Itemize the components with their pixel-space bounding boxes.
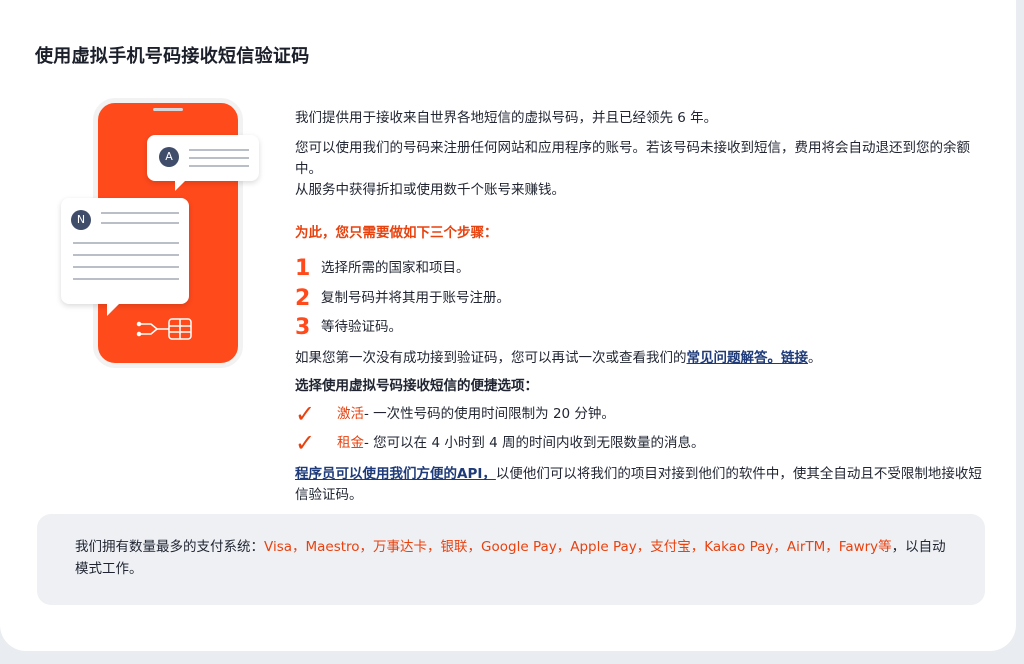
step-number: 2 (295, 286, 311, 311)
step-item: 2 复制号码并将其用于账号注册。 (295, 286, 510, 311)
option-desc: - 您可以在 4 小时到 4 周的时间内收到无限数量的消息。 (364, 435, 705, 451)
text-line (73, 254, 179, 256)
step-text: 选择所需的国家和项目。 (321, 260, 470, 276)
option-item: ✓ 租金 - 您可以在 4 小时到 4 周的时间内收到无限数量的消息。 (295, 429, 705, 457)
message-bubble-a: A (147, 135, 259, 191)
text-line (73, 278, 179, 280)
payment-systems-list: Visa，Maestro，万事达卡，银联，Google Pay，Apple Pa… (264, 539, 892, 555)
option-label-activation: 激活 (337, 406, 364, 422)
phone-speaker (153, 108, 183, 111)
intro-paragraph-1: 我们提供用于接收来自世界各地短信的虚拟号码，并且已经领先 6 年。 (295, 110, 718, 126)
faq-line: 如果您第一次没有成功接到验证码，您可以再试一次或查看我们的常见问题解答。链接。 (295, 348, 822, 369)
message-bubble-n: N (61, 198, 189, 316)
intro-paragraph-3: 从服务中获得折扣或使用数千个账号来赚钱。 (295, 182, 565, 198)
faq-text: 如果您第一次没有成功接到验证码，您可以再试一次或查看我们的 (295, 350, 687, 366)
step-number: 1 (295, 256, 311, 281)
page-title: 使用虚拟手机号码接收短信验证码 (35, 46, 310, 67)
intro-paragraph-2: 您可以使用我们的号码来注册任何网站和应用程序的账号。若该号码未接收到短信，费用将… (295, 140, 970, 177)
step-item: 3 等待验证码。 (295, 315, 402, 340)
text-line (73, 266, 179, 268)
payment-systems-box: 我们拥有数量最多的支付系统：Visa，Maestro，万事达卡，银联，Googl… (37, 514, 985, 605)
text-line (101, 212, 179, 214)
text-line (189, 165, 249, 167)
avatar: N (71, 210, 91, 230)
avatar: A (159, 147, 179, 167)
api-link[interactable]: 程序员可以使用我们方便的API， (295, 466, 496, 482)
steps-heading: 为此，您只需要做如下三个步骤： (295, 225, 498, 241)
step-item: 1 选择所需的国家和项目。 (295, 256, 470, 281)
option-desc: - 一次性号码的使用时间限制为 20 分钟。 (364, 406, 615, 422)
check-icon: ✓ (295, 429, 316, 457)
text-line (189, 157, 249, 159)
sim-chip-icon (136, 318, 192, 340)
text-line (73, 242, 179, 244)
step-number: 3 (295, 315, 311, 340)
option-item: ✓ 激活 - 一次性号码的使用时间限制为 20 分钟。 (295, 400, 615, 428)
options-heading: 选择使用虚拟号码接收短信的便捷选项： (295, 378, 538, 394)
text-line (101, 222, 179, 224)
phone-illustration: A N (55, 90, 275, 368)
text-line (189, 149, 249, 151)
faq-period: 。 (808, 350, 822, 366)
payment-prefix: 我们拥有数量最多的支付系统： (75, 539, 264, 555)
step-text: 复制号码并将其用于账号注册。 (321, 290, 510, 306)
faq-link[interactable]: 常见问题解答。链接 (687, 350, 809, 366)
api-paragraph: 程序员可以使用我们方便的API，以便他们可以将我们的项目对接到他们的软件中，使其… (295, 464, 985, 506)
step-text: 等待验证码。 (321, 319, 402, 335)
check-icon: ✓ (295, 400, 316, 428)
option-label-rent: 租金 (337, 435, 364, 451)
